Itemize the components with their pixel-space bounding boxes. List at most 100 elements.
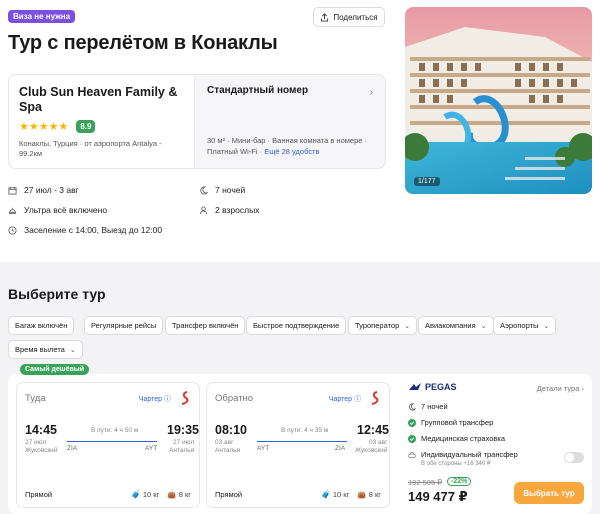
hotel-card[interactable]: Club Sun Heaven Family & Spa ★★★★★ 8.9 К… <box>8 74 386 169</box>
room-name: Стандартный номер <box>207 85 309 96</box>
filter-transfer[interactable]: Трансфер включён <box>165 316 246 335</box>
trip-nights: 7 ночей <box>199 185 245 195</box>
feature-insurance: Медицинская страховка <box>408 434 505 443</box>
tour-summary: PEGAS Детали тура › 7 ночей Групповой тр… <box>408 382 584 508</box>
filter-label: Авиакомпания <box>425 321 476 330</box>
tour-selection-section: Выберите тур Багаж включён Регулярные ре… <box>0 262 600 514</box>
cheapest-badge: Самый дешёвый <box>20 364 90 375</box>
charter-label: Чартер ⓘ <box>328 396 361 403</box>
departure-airport-code: AYT <box>257 445 270 452</box>
departure-date: 27 июл Жуковский <box>25 439 58 454</box>
operator-logo: PEGAS <box>408 382 457 392</box>
arrival-time: 12:45 <box>357 423 389 437</box>
rating-badge: 8.9 <box>76 120 96 133</box>
baggage-info: 🧳 10 кг 👜 8 кг <box>131 490 191 499</box>
bag-icon: 👜 8 кг <box>357 490 381 499</box>
checkin-info: Заселение с 14:00, Выезд до 12:00 <box>8 225 162 235</box>
more-amenities-link[interactable]: Ещё 28 удобств <box>264 147 319 156</box>
departure-time: 08:10 <box>215 423 247 437</box>
calendar-icon <box>8 186 17 195</box>
filter-fast-confirm[interactable]: Быстрое подтверждение <box>246 316 347 335</box>
filter-label: Трансфер включён <box>172 321 239 330</box>
share-label: Поделиться <box>333 12 378 22</box>
arrival-airport-code: ZIA <box>335 445 346 452</box>
person-icon <box>199 205 208 214</box>
flight-route-line <box>257 441 347 442</box>
room-features: 30 м² · Мини-бар · Ванная комната в номе… <box>207 135 375 157</box>
airline-logo-icon <box>181 391 189 405</box>
filter-label: Туроператор <box>355 321 400 330</box>
page-title: Тур с перелётом в Конаклы <box>8 32 278 54</box>
filter-airports[interactable]: Аэропорты ⌄ <box>493 316 557 335</box>
clock-icon <box>8 225 17 235</box>
filter-regular-flights[interactable]: Регулярные рейсы <box>84 316 164 335</box>
chevron-down-icon: ⌄ <box>69 346 76 354</box>
checkin-label: Заселение с 14:00, Выезд до 12:00 <box>24 225 163 235</box>
tour-header-section: Виза не нужна Поделиться Тур с перелётом… <box>0 0 600 255</box>
individual-transfer-toggle[interactable] <box>564 452 584 463</box>
filter-operator[interactable]: Туроператор ⌄ <box>348 316 418 335</box>
meal-plan: Ультра всё включено <box>8 205 107 215</box>
bag-icon: 👜 8 кг <box>167 490 191 499</box>
tour-details-link[interactable]: Детали тура › <box>537 384 584 393</box>
suitcase-icon: 🧳 10 кг <box>321 490 350 499</box>
filter-airline[interactable]: Авиакомпания ⌄ <box>418 316 494 335</box>
check-circle-icon <box>408 418 416 427</box>
moon-icon <box>409 402 416 411</box>
filter-label: Аэропорты <box>500 321 539 330</box>
guests: 2 взрослых <box>199 205 259 215</box>
departure-time: 14:45 <box>25 423 57 437</box>
hotel-location: Конаклы, Турция · от аэропорта Antalya -… <box>19 139 162 158</box>
star-rating-icons: ★★★★★ <box>19 121 69 133</box>
departure-airport-code: ZIA <box>67 445 78 452</box>
share-icon <box>321 12 329 22</box>
room-info[interactable]: Стандартный номер › 30 м² · Мини-бар · В… <box>195 75 385 168</box>
choose-tour-title: Выберите тур <box>8 286 106 302</box>
outbound-title: Туда <box>25 393 46 404</box>
filter-departure-time[interactable]: Время вылета ⌄ <box>8 340 83 359</box>
hotel-photo[interactable]: 1/177 <box>405 7 592 194</box>
filter-label: Быстрое подтверждение <box>253 321 340 330</box>
car-icon <box>408 451 416 458</box>
feature-nights: 7 ночей <box>408 402 448 411</box>
check-circle-icon <box>408 434 416 443</box>
filter-label: Регулярные рейсы <box>91 321 157 330</box>
return-flight[interactable]: Обратно Чартер ⓘ 08:10 03 авг Анталья В п… <box>206 382 390 508</box>
airline-logo-icon <box>371 391 379 405</box>
charter-label: Чартер ⓘ <box>138 396 171 403</box>
moon-icon <box>200 185 208 194</box>
trip-dates: 27 июл - 3 авг <box>8 185 79 195</box>
baggage-info: 🧳 10 кг 👜 8 кг <box>321 490 381 499</box>
individual-transfer-note: В обе стороны +16 340 ₽ <box>421 461 491 467</box>
guests-label: 2 взрослых <box>215 205 260 215</box>
suitcase-icon: 🧳 10 кг <box>131 490 160 499</box>
choose-tour-button[interactable]: Выбрать тур <box>514 482 584 504</box>
hotel-photo-image <box>405 7 592 194</box>
meal-plan-label: Ультра всё включено <box>24 205 108 215</box>
food-icon <box>8 207 17 214</box>
filter-baggage[interactable]: Багаж включён <box>8 316 75 335</box>
chevron-down-icon: ⌄ <box>480 322 487 330</box>
share-button[interactable]: Поделиться <box>313 7 385 27</box>
flight-type: Прямой <box>25 490 53 499</box>
hotel-info: Club Sun Heaven Family & Spa ★★★★★ 8.9 К… <box>9 75 195 168</box>
chevron-right-icon: › <box>369 87 373 98</box>
photo-counter: 1/177 <box>414 177 440 186</box>
arrival-time: 19:35 <box>167 423 199 437</box>
filter-label: Время вылета <box>15 345 65 354</box>
old-price: 192 505 ₽ <box>408 478 442 487</box>
visa-badge: Виза не нужна <box>8 10 76 23</box>
trip-nights-label: 7 ночей <box>215 185 246 195</box>
filter-label: Багаж включён <box>15 321 68 330</box>
flight-type: Прямой <box>215 490 243 499</box>
chevron-down-icon: ⌄ <box>543 322 550 330</box>
outbound-flight[interactable]: Туда Чартер ⓘ 14:45 27 июл Жуковский В пу… <box>16 382 200 508</box>
flight-duration: В пути: 4 ч 50 м <box>91 427 139 434</box>
flight-route-line <box>67 441 157 442</box>
pegas-bird-icon <box>409 383 421 390</box>
tour-card: Туда Чартер ⓘ 14:45 27 июл Жуковский В пу… <box>8 374 592 514</box>
feature-group-transfer: Групповой трансфер <box>408 418 493 427</box>
arrival-date: 27 июл Анталья <box>169 439 195 454</box>
discount-badge: -22% <box>447 477 472 486</box>
hotel-name[interactable]: Club Sun Heaven Family & Spa <box>19 85 184 115</box>
